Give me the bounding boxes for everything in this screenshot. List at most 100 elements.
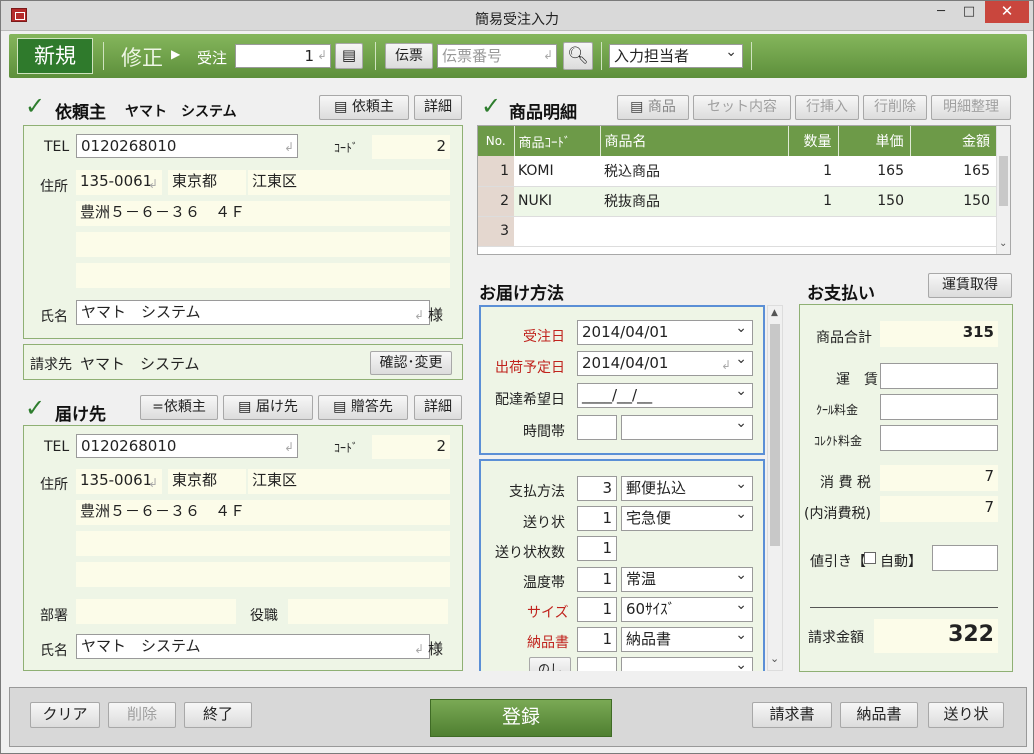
invoice-button[interactable]: 請求書 [752, 702, 832, 728]
auto-discount-checkbox[interactable] [864, 552, 876, 564]
delivery-dates-panel: 受注日 2014/04/01 出荷予定日 2014/04/01 ↲ 配達希望日 … [479, 305, 765, 455]
product-name-cell[interactable]: 税込商品 [600, 156, 788, 187]
total-divider [810, 607, 998, 608]
discount-input[interactable] [932, 545, 998, 571]
same-as-requester-button[interactable]: =依頼主 [140, 395, 218, 420]
requester-code-input[interactable]: 2 [372, 135, 450, 159]
size-select[interactable]: 60ｻｲｽﾞ [621, 597, 753, 622]
scrollbar-thumb[interactable] [999, 156, 1008, 206]
requester-button[interactable]: ▤ 依頼主 [319, 95, 409, 120]
staff-select[interactable]: 入力担当者 [609, 44, 743, 68]
close-button[interactable]: ✕ [985, 1, 1029, 23]
wish-date-select[interactable]: ____/__/__ [577, 383, 753, 408]
destination-lookup-button[interactable]: ▤ 届け先 [223, 395, 313, 420]
requester-heading-name: ヤマト システム [125, 104, 237, 120]
fare-input[interactable] [880, 363, 998, 389]
scroll-up-icon[interactable]: ▲ [771, 308, 778, 318]
collect-fee-input[interactable] [880, 425, 998, 451]
destination-code-input[interactable]: 2 [372, 435, 450, 459]
requester-address3-input[interactable] [76, 263, 450, 288]
product-name-cell[interactable] [600, 216, 788, 247]
product-code-cell[interactable] [514, 216, 600, 247]
table-row[interactable]: 2 NUKI 税抜商品 1 150 150 [478, 186, 996, 217]
noshi-button[interactable]: のし [529, 657, 571, 671]
gift-destination-button[interactable]: ▤ 贈答先 [318, 395, 408, 420]
destination-address1-input[interactable]: 豊洲５－６－３６ ４Ｆ [76, 500, 450, 525]
delivery-scrollbar[interactable]: ▲ ⌄ [767, 305, 783, 671]
slip-code-input[interactable]: 1 [577, 506, 617, 531]
register-button[interactable]: 登録 [430, 699, 612, 737]
new-button[interactable]: 新規 [17, 38, 93, 74]
scroll-down-icon[interactable]: ⌄ [999, 238, 1007, 249]
cool-fee-input[interactable] [880, 394, 998, 420]
requester-city-input[interactable]: 江東区 [248, 170, 450, 195]
qty-cell[interactable]: 1 [788, 186, 838, 217]
voucher-number-input[interactable]: 伝票番号 [437, 44, 557, 68]
search-button[interactable]: 🔍︎ [563, 42, 593, 70]
arrange-rows-button[interactable]: 明細整理 [931, 95, 1011, 120]
slip-button[interactable]: 送り状 [928, 702, 1004, 728]
inner-tax-label: (内消費税) [804, 506, 871, 522]
price-cell[interactable] [838, 216, 910, 247]
price-cell[interactable]: 165 [838, 156, 910, 187]
slip-count-input[interactable]: 1 [577, 536, 617, 561]
scrollbar-thumb[interactable] [770, 324, 780, 546]
destination-post-input[interactable] [288, 599, 448, 624]
destination-pref-input[interactable]: 東京都 [168, 469, 246, 494]
temp-select[interactable]: 常温 [621, 567, 753, 592]
billing-confirm-button[interactable]: 確認･変更 [370, 351, 452, 375]
size-code-input[interactable]: 1 [577, 597, 617, 622]
product-name-cell[interactable]: 税抜商品 [600, 186, 788, 217]
delete-button[interactable]: 削除 [108, 702, 176, 728]
product-code-cell[interactable]: NUKI [514, 186, 600, 217]
destination-name-input[interactable]: ヤマト システム [76, 634, 430, 659]
column-header: 商品名 [600, 126, 789, 156]
qty-cell[interactable]: 1 [788, 156, 838, 187]
noshi-select[interactable] [621, 657, 753, 671]
time-code-input[interactable] [577, 415, 617, 440]
slip-select[interactable]: 宅急便 [621, 506, 753, 531]
requester-detail-button[interactable]: 詳細 [414, 95, 462, 120]
maximize-button[interactable]: □ [955, 1, 983, 23]
delivery-note-code-input[interactable]: 1 [577, 627, 617, 652]
requester-name-input[interactable]: ヤマト システム [76, 300, 430, 325]
time-select[interactable] [621, 415, 753, 440]
destination-address2-input[interactable] [76, 531, 450, 556]
requester-pref-input[interactable]: 東京都 [168, 170, 246, 195]
price-cell[interactable]: 150 [838, 186, 910, 217]
clear-button[interactable]: クリア [30, 702, 100, 728]
exit-button[interactable]: 終了 [184, 702, 252, 728]
delete-row-button[interactable]: 行削除 [863, 95, 927, 120]
requester-address1-input[interactable]: 豊洲５－６－３６ ４Ｆ [76, 201, 450, 226]
table-row[interactable]: 3 [478, 216, 996, 247]
delivery-note-select[interactable]: 納品書 [621, 627, 753, 652]
voucher-button[interactable]: 伝票 [385, 43, 433, 69]
minimize-button[interactable]: ─ [927, 1, 955, 23]
time-label: 時間帯 [523, 424, 565, 440]
requester-address2-input[interactable] [76, 232, 450, 257]
temp-code-input[interactable]: 1 [577, 567, 617, 592]
destination-tel-input[interactable]: 0120268010 [76, 434, 298, 458]
table-row[interactable]: 1 KOMI 税込商品 1 165 165 [478, 156, 996, 187]
destination-detail-button[interactable]: 詳細 [414, 395, 462, 420]
order-date-select[interactable]: 2014/04/01 [577, 320, 753, 345]
order-calendar-button[interactable]: ▤ [335, 43, 363, 69]
pay-method-select[interactable]: 郵便払込 [621, 476, 753, 501]
insert-row-button[interactable]: 行挿入 [795, 95, 859, 120]
destination-address3-input[interactable] [76, 562, 450, 587]
items-scrollbar[interactable]: ⌄ [996, 126, 1010, 254]
destination-dept-input[interactable] [76, 599, 236, 624]
delivery-note-button[interactable]: 納品書 [840, 702, 918, 728]
scroll-down-icon[interactable]: ⌄ [770, 652, 779, 665]
noshi-code-input[interactable] [577, 657, 617, 671]
requester-tel-input[interactable]: 0120268010 [76, 134, 298, 158]
product-code-cell[interactable]: KOMI [514, 156, 600, 187]
destination-city-input[interactable]: 江東区 [248, 469, 450, 494]
edit-button[interactable]: 修正 [121, 42, 163, 72]
pay-method-code-input[interactable]: 3 [577, 476, 617, 501]
fare-fetch-button[interactable]: 運賃取得 [928, 273, 1012, 298]
product-button[interactable]: ▤ 商品 [617, 95, 689, 120]
toolbar-separator [103, 42, 104, 70]
qty-cell[interactable] [788, 216, 838, 247]
set-content-button[interactable]: セット内容 [693, 95, 791, 120]
